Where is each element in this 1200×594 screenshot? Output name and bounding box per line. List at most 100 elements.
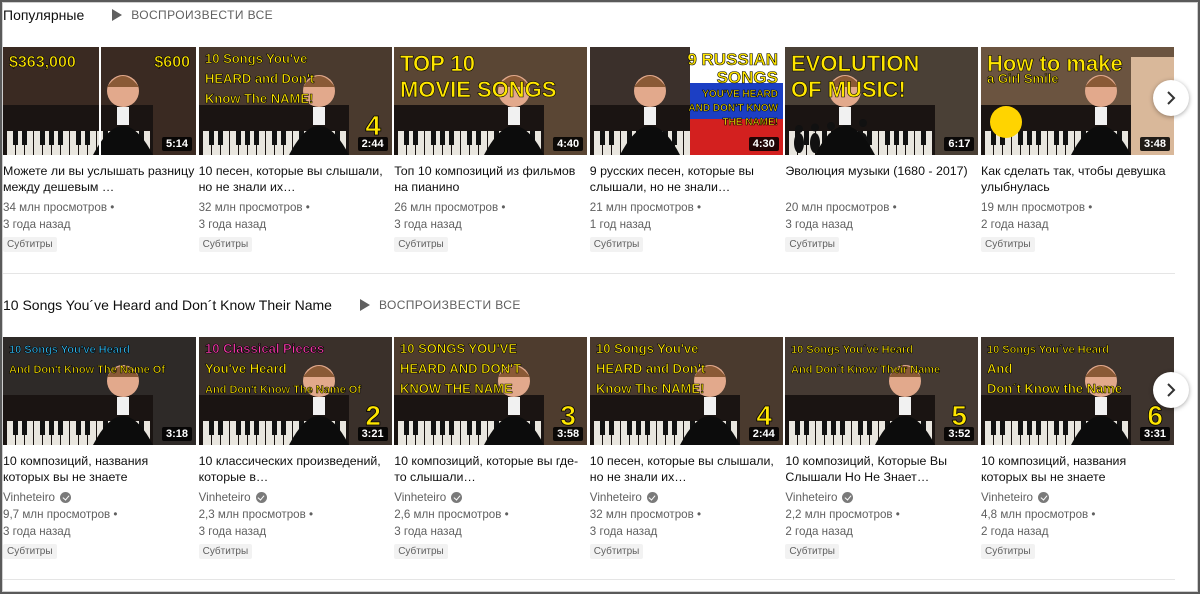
video-title[interactable]: 10 композиций, которые вы где-то слышали… [394,453,587,485]
video-card[interactable]: 10 Songs You´ve Heard And Don´t Know Thei… [785,337,979,559]
video-title[interactable]: Эволюция музыки (1680 - 2017) [785,163,978,195]
video-card[interactable]: 10 Songs You've HEARD and Don't Know The N… [589,337,783,559]
video-title[interactable]: Как сделать так, чтобы девушка улыбнулас… [981,163,1174,195]
subtitles-badge: Субтитры [394,544,448,559]
duration-badge: 2:44 [748,427,779,441]
video-thumbnail[interactable]: 10 Songs You've Heard And Don't Know The … [3,337,196,445]
video-thumbnail[interactable]: EVOLUTION OF MUSIC! 6:17 [785,47,979,155]
thumbnail-text: YOU'VE HEARD [702,89,778,100]
video-thumbnail[interactable]: TOP 10 MOVIE SONGS 4:40 [394,47,588,155]
video-thumbnail[interactable]: $363,000 $600 5:14 [3,47,196,155]
verified-check-icon [255,492,267,503]
chevron-right-icon [1167,383,1176,397]
video-card[interactable]: EVOLUTION OF MUSIC! 6:17 Эволюция музыки (1… [785,47,979,252]
view-count: 20 млн просмотров • [785,201,897,214]
view-count: 2,3 млн просмотров • [198,508,314,521]
video-title[interactable]: 10 классических произведений, которые в… [199,453,392,485]
channel-name[interactable]: Vinheteiro [590,489,642,506]
verified-check-icon [60,492,71,503]
upload-age: 3 года назад [394,525,462,538]
video-title[interactable]: Можете ли вы услышать разницу между деше… [3,163,196,195]
thumbnail-text: And Don´t Know Their Name [791,364,940,376]
channel-name-row: Vinheteiro [785,489,978,506]
shelf-divider [3,579,1175,580]
subtitles-badge: Субтитры [198,544,253,559]
view-count: 26 млн просмотров • [394,201,506,214]
view-count: 19 млн просмотров • [981,201,1093,214]
video-title[interactable]: 10 композиций, Которые Вы Слышали Но Не … [785,453,978,485]
upload-age: 3 года назад [3,218,71,231]
subtitles-badge: Субтитры [785,544,839,559]
duration-badge: 3:21 [357,427,388,441]
verified-check-icon [842,492,854,503]
channel-name[interactable]: Vinheteiro [3,489,55,506]
upload-age: 2 года назад [981,218,1049,231]
video-title[interactable]: 9 русских песен, которые вы слышали, но … [590,163,783,195]
thumbnail-text: And Don't Know The Name Of [205,384,361,396]
subtitles-badge: Субтитры [198,237,253,252]
channel-name[interactable]: Vinheteiro [394,489,446,506]
play-all-button[interactable]: ВОСПРОИЗВЕСТИ ВСЕ [359,298,521,312]
view-count: 32 млн просмотров • [198,201,310,214]
thumbnail-text: TOP 10 [400,51,475,76]
video-card[interactable]: 10 Songs You´ve Heard And Don´t Know the N… [981,337,1174,559]
duration-badge: 5:14 [161,137,192,151]
subtitles-badge: Субтитры [981,237,1035,252]
play-icon [112,9,123,21]
duration-badge: 2:44 [357,137,388,151]
video-title[interactable]: 10 песен, которые вы слышали, но не знал… [199,163,392,195]
video-thumbnail[interactable]: How to make a Girl Smile 3:48 [981,47,1174,155]
video-thumbnail[interactable]: 9 RUSSIAN SONGS YOU'VE HEARD AND DON'T KNOW… [589,47,783,155]
thumbnail-text: HEARD and Don't [596,361,706,376]
next-button[interactable] [1153,80,1189,116]
video-card[interactable]: 9 RUSSIAN SONGS YOU'VE HEARD AND DON'T KNOW… [589,47,783,252]
shelf-header: Популярные ВОСПРОИЗВЕСТИ ВСЕ [3,5,273,25]
video-title[interactable]: 10 песен, которые вы слышали, но не знал… [590,453,783,485]
video-thumbnail[interactable]: 10 SONGS YOU'VE HEARD AND DON'T KNOW THE N… [394,337,588,445]
verified-check-icon [1038,492,1049,503]
verified-check-icon [646,492,658,503]
channel-name[interactable]: Vinheteiro [785,489,837,506]
thumbnail-text: THE NAME! [722,117,778,128]
subtitles-badge: Субтитры [589,237,644,252]
video-thumbnail[interactable]: 10 Songs You´ve Heard And Don´t Know the N… [981,337,1174,445]
video-thumbnail[interactable]: 10 Classical Pieces You've Heard And Don't… [198,337,392,445]
play-all-label: ВОСПРОИЗВЕСТИ ВСЕ [378,298,521,312]
video-card[interactable]: 10 Classical Pieces You've Heard And Don't… [198,337,392,559]
channel-name-row: Vinheteiro [981,489,1174,506]
duration-badge: 3:18 [161,427,192,441]
video-card[interactable]: $363,000 $600 5:14 Можете ли вы услышать ра… [3,47,196,252]
upload-age: 2 года назад [785,525,853,538]
shelf-title[interactable]: 10 Songs You´ve Heard and Don´t Know The… [3,297,332,313]
thumbnail-text: And Don't Know The Name Of [9,364,165,376]
thumbnail-text: 10 SONGS YOU'VE [400,341,517,356]
video-title[interactable]: 10 композиций, названия которых вы не зн… [3,453,196,485]
shelf-title[interactable]: Популярные [3,7,84,23]
video-title[interactable]: 10 композиций, названия которых вы не зн… [981,453,1174,485]
shelf-divider [3,273,1175,274]
upload-age: 3 года назад [3,525,71,538]
duration-badge: 6:17 [944,137,975,151]
thumbnail-text: You've Heard [205,361,287,376]
next-button[interactable] [1153,372,1189,408]
video-card[interactable]: 10 Songs You've HEARD and Don't Know The N… [198,47,392,252]
video-card[interactable]: TOP 10 MOVIE SONGS 4:40 Топ 10 композиций и… [394,47,588,252]
video-thumbnail[interactable]: 10 Songs You've HEARD and Don't Know The N… [589,337,783,445]
view-count: 32 млн просмотров • [589,508,702,521]
video-title[interactable]: Топ 10 композиций из фильмов на пианино [394,163,587,195]
video-thumbnail[interactable]: 10 Songs You´ve Heard And Don´t Know Thei… [785,337,979,445]
video-thumbnail[interactable]: 10 Songs You've HEARD and Don't Know The N… [198,47,392,155]
channel-name[interactable]: Vinheteiro [199,489,251,506]
play-all-button[interactable]: ВОСПРОИЗВЕСТИ ВСЕ [112,8,273,22]
duration-badge: 4:30 [748,137,779,151]
thumbnail-text: 10 Songs You´ve Heard [791,344,913,356]
video-card[interactable]: 10 Songs You've Heard And Don't Know The … [3,337,196,559]
channel-name[interactable]: Vinheteiro [981,489,1033,506]
view-count: 2,2 млн просмотров • [785,508,900,521]
thumbnail-text: Know The NAME! [205,91,313,106]
subtitles-badge: Субтитры [785,237,839,252]
thumbnail-text: EVOLUTION [791,51,919,76]
video-card[interactable]: How to make a Girl Smile 3:48 Как сделать т… [981,47,1174,252]
thumbnail-text: SONGS [716,68,777,87]
video-card[interactable]: 10 SONGS YOU'VE HEARD AND DON'T KNOW THE N… [394,337,588,559]
